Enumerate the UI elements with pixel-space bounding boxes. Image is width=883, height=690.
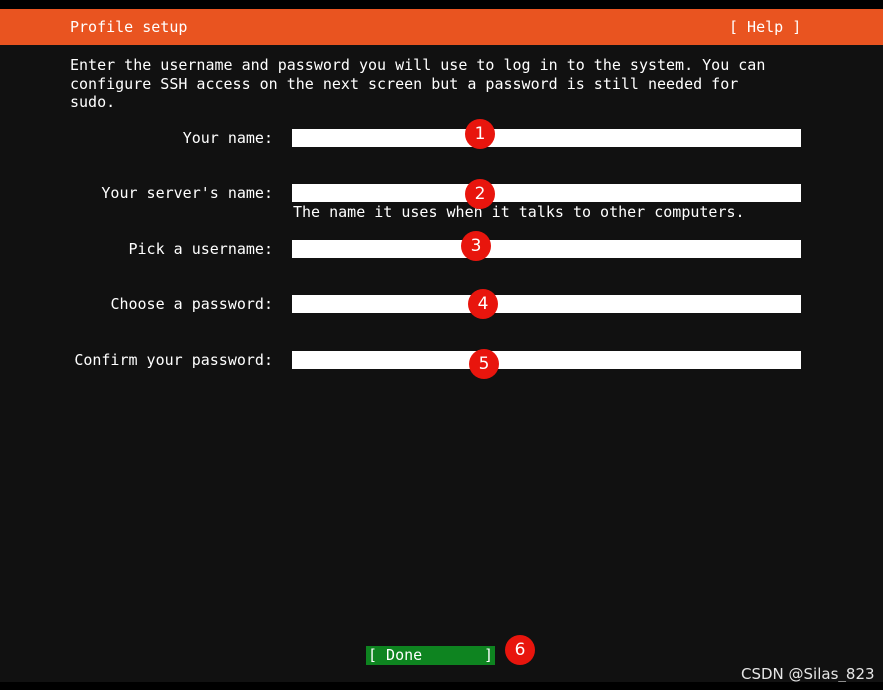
confirm-password-input[interactable]: ****** bbox=[292, 351, 801, 369]
done-button-label: [ Done bbox=[368, 646, 423, 664]
username-label: Pick a username: bbox=[128, 240, 274, 258]
bottom-border bbox=[0, 682, 883, 690]
help-button[interactable]: [ Help ] bbox=[729, 9, 801, 45]
annotation-marker-2: 2 bbox=[465, 179, 495, 209]
intro-line-3: sudo. bbox=[70, 93, 116, 111]
intro-line-2: configure SSH access on the next screen … bbox=[70, 74, 739, 93]
your-name-input[interactable]: mage bbox=[292, 129, 801, 147]
username-input[interactable]: mage bbox=[292, 240, 801, 258]
annotation-marker-5: 5 bbox=[469, 349, 499, 379]
annotation-marker-4: 4 bbox=[468, 289, 498, 319]
top-border bbox=[0, 0, 883, 9]
intro-text: Enter the username and password you will… bbox=[70, 56, 810, 112]
intro-line-1: Enter the username and password you will… bbox=[70, 56, 766, 74]
server-name-label: Your server's name: bbox=[101, 184, 273, 202]
annotation-marker-6: 6 bbox=[505, 635, 535, 665]
done-button[interactable]: [ Done ] bbox=[366, 646, 495, 665]
password-input[interactable]: ****** bbox=[292, 295, 801, 313]
confirm-password-label: Confirm your password: bbox=[74, 351, 273, 369]
header-bar: Profile setup [ Help ] bbox=[0, 9, 883, 45]
server-name-input[interactable]: ubuntu22 bbox=[292, 184, 801, 202]
server-name-hint: The name it uses when it talks to other … bbox=[293, 203, 745, 221]
password-label: Choose a password: bbox=[110, 295, 273, 313]
watermark: CSDN @Silas_823 bbox=[741, 665, 875, 683]
done-button-bracket: ] bbox=[483, 646, 493, 664]
page-title: Profile setup bbox=[70, 18, 188, 36]
annotation-marker-1: 1 bbox=[465, 119, 495, 149]
annotation-marker-3: 3 bbox=[461, 231, 491, 261]
installer-screen: Profile setup [ Help ] Enter the usernam… bbox=[0, 0, 883, 690]
your-name-label: Your name: bbox=[182, 129, 273, 147]
